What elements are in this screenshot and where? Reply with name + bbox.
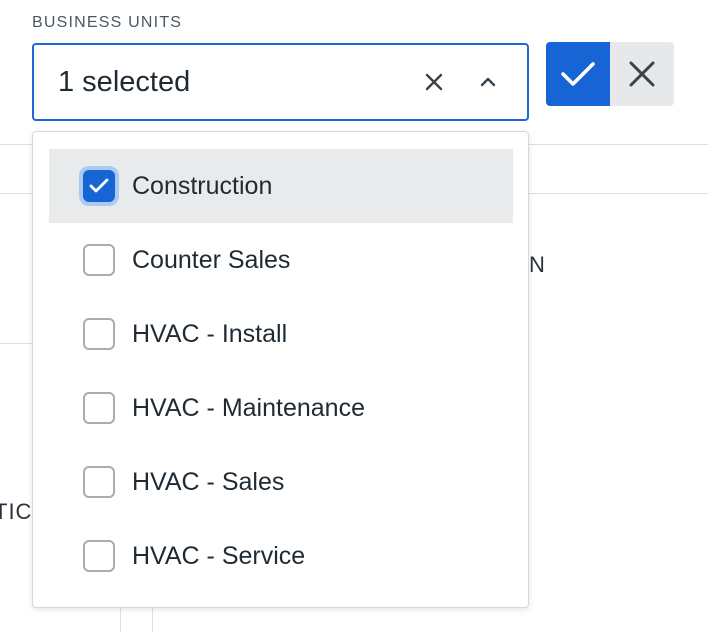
options-dropdown: Construction Counter Sales HVAC - Instal… xyxy=(32,131,529,608)
background-column-fragment: TIC xyxy=(0,499,32,524)
close-icon[interactable] xyxy=(415,63,453,101)
chevron-up-icon[interactable] xyxy=(469,63,507,101)
background-divider xyxy=(120,608,121,632)
checkbox-icon[interactable] xyxy=(83,244,115,276)
checkbox-icon[interactable] xyxy=(83,392,115,424)
confirm-button[interactable] xyxy=(546,42,610,106)
option-construction[interactable]: Construction xyxy=(49,149,513,223)
checkbox-checked-icon[interactable] xyxy=(83,170,115,202)
select-value: 1 selected xyxy=(58,65,191,98)
background-divider xyxy=(0,343,32,344)
option-hvac-sales[interactable]: HVAC - Sales xyxy=(49,445,513,519)
checkbox-icon[interactable] xyxy=(83,466,115,498)
close-icon xyxy=(629,61,655,87)
checkbox-icon[interactable] xyxy=(83,540,115,572)
field-label: BUSINESS UNITS xyxy=(32,14,183,31)
filter-panel: N TIC BUSINESS UNITS 1 selected Construc… xyxy=(0,0,708,632)
background-divider xyxy=(152,608,153,632)
checkmark-icon xyxy=(561,62,595,86)
option-label: HVAC - Install xyxy=(132,319,288,348)
option-hvac-maintenance[interactable]: HVAC - Maintenance xyxy=(49,371,513,445)
cancel-button[interactable] xyxy=(610,42,674,106)
business-units-select[interactable]: 1 selected xyxy=(32,43,529,121)
option-counter-sales[interactable]: Counter Sales xyxy=(49,223,513,297)
option-label: HVAC - Service xyxy=(132,541,306,570)
option-label: Counter Sales xyxy=(132,245,291,274)
option-hvac-service[interactable]: HVAC - Service xyxy=(49,519,513,593)
background-column-fragment: N xyxy=(529,252,546,277)
option-label: HVAC - Maintenance xyxy=(132,393,365,422)
option-label: HVAC - Sales xyxy=(132,467,285,496)
option-label: Construction xyxy=(132,171,273,200)
checkbox-icon[interactable] xyxy=(83,318,115,350)
option-hvac-install[interactable]: HVAC - Install xyxy=(49,297,513,371)
